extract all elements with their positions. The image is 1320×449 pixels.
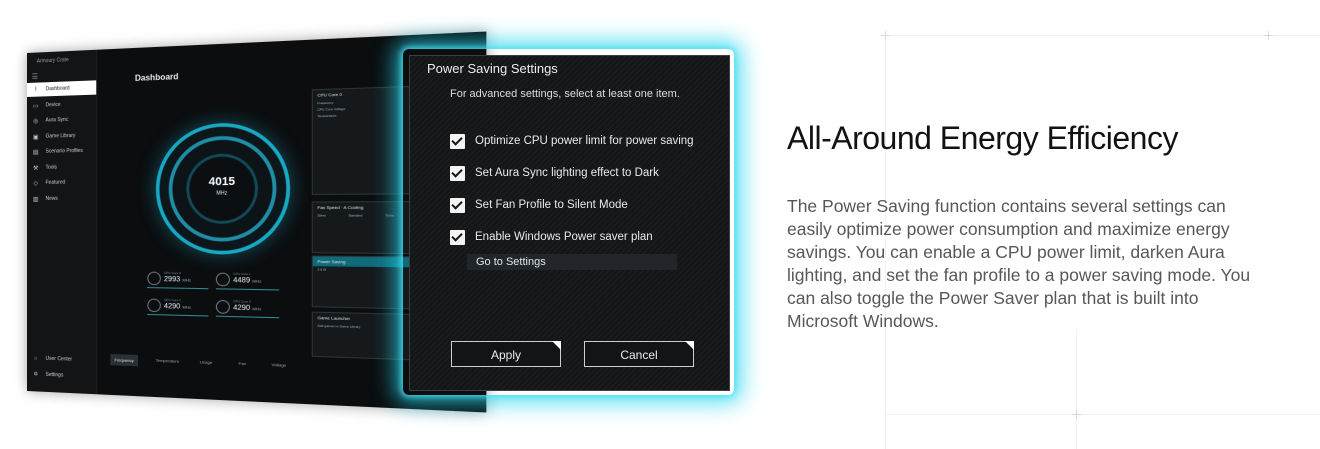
cpu-core-card: CPU Core 0 2993 MHz [147, 270, 209, 290]
option-label: Optimize CPU power limit for power savin… [475, 135, 694, 147]
user-icon: ⌂ [34, 355, 38, 362]
core-value: 4489 MHz [233, 276, 262, 285]
gauge-value: 4015 [208, 175, 236, 189]
tag-icon: ◇ [33, 180, 39, 187]
cpu-core-card: CPU Core 2 4290 MHz [147, 297, 209, 317]
core-label: CPU Core 3 [233, 299, 251, 304]
tab-temperature[interactable]: Temperature [156, 358, 180, 364]
power-saving-dialog: Power Saving Settings For advanced setti… [409, 55, 730, 391]
sidebar-item-label: Device [45, 101, 61, 109]
sidebar-item-label: Featured [45, 179, 66, 186]
dialog-subtitle: For advanced settings, select at least o… [450, 88, 680, 100]
core-label: CPU Core 1 [233, 271, 251, 277]
sidebar-item-settings[interactable]: ⚙ Settings [27, 371, 96, 380]
cpu-core-card: CPU Core 1 4489 MHz [215, 271, 280, 291]
sidebar-item-news[interactable]: ▥ News [27, 191, 96, 206]
feature-description: The Power Saving function contains sever… [787, 196, 1251, 331]
sidebar-item-scenario-profiles[interactable]: ▤ Scenario Profiles [27, 144, 96, 159]
core-value: 2993 MHz [163, 275, 192, 284]
info-icon: i [35, 86, 37, 93]
core-value: 4290 MHz [233, 304, 262, 313]
sidebar-item-label: Aura Sync [45, 116, 69, 124]
sidebar-item-device[interactable]: ▭ Device [27, 97, 96, 113]
apply-button[interactable]: Apply [451, 341, 561, 367]
checkbox-checked[interactable] [450, 165, 465, 181]
core-label: CPU Core 0 [163, 270, 181, 276]
option-aura-dark[interactable]: Set Aura Sync lighting effect to Dark [450, 164, 659, 182]
option-fan-silent[interactable]: Set Fan Profile to Silent Mode [450, 196, 628, 214]
sidebar-item-label: Game Library [45, 132, 76, 140]
option-label: Set Aura Sync lighting effect to Dark [475, 167, 659, 179]
checkbox-checked[interactable] [450, 229, 465, 245]
dialog-title: Power Saving Settings [427, 61, 558, 76]
sidebar-item-tools[interactable]: ⚒ Tools [27, 160, 96, 175]
option-windows-power-saver[interactable]: Enable Windows Power saver plan [450, 228, 653, 246]
sidebar-item-aura-sync[interactable]: ◎ Aura Sync [27, 112, 96, 128]
fan-icon [215, 299, 230, 314]
tab-frequency[interactable]: Frequency [110, 353, 138, 367]
scenario-icon: ▤ [32, 149, 39, 156]
app-name: Armoury Crate [36, 57, 69, 65]
option-label: Enable Windows Power saver plan [475, 231, 653, 243]
cpu-core-card: CPU Core 3 4290 MHz [215, 298, 280, 319]
cpu-frequency-gauge: 4015 MHz [155, 121, 291, 256]
background-line [885, 414, 1320, 415]
tools-icon: ⚒ [33, 165, 39, 172]
fan-icon [215, 272, 230, 287]
background-cross [1072, 410, 1081, 419]
gear-icon: ⚙ [33, 371, 38, 378]
checkbox-checked[interactable] [450, 133, 465, 149]
menu-icon[interactable]: ☰ [32, 73, 38, 81]
fan-icon [147, 298, 161, 313]
sidebar-item-label: Tools [45, 164, 58, 171]
option-label: Set Fan Profile to Silent Mode [475, 199, 628, 211]
game-library-icon: ▣ [32, 134, 39, 141]
option-cpu-power-limit[interactable]: Optimize CPU power limit for power savin… [450, 132, 694, 150]
aura-icon: ◎ [33, 118, 39, 125]
sidebar-item-user-center[interactable]: ⌂ User Center [27, 355, 96, 364]
sidebar-item-label: Dashboard [45, 85, 70, 93]
sidebar-item-label: News [45, 195, 58, 202]
background-cross [881, 31, 890, 40]
sidebar-item-dashboard[interactable]: i Dashboard [27, 80, 97, 97]
fan-icon [147, 271, 161, 286]
news-icon: ▥ [32, 196, 39, 203]
device-icon: ▭ [32, 103, 39, 110]
tab-usage[interactable]: Usage [200, 359, 212, 365]
sidebar-item-label: Settings [45, 371, 64, 379]
core-label: CPU Core 2 [163, 297, 181, 303]
cancel-button[interactable]: Cancel [584, 341, 694, 367]
sidebar-item-label: User Center [45, 355, 73, 363]
feature-heading: All-Around Energy Efficiency [787, 120, 1178, 156]
core-value: 4290 MHz [163, 302, 192, 311]
sidebar-item-label: Scenario Profiles [45, 147, 83, 155]
go-to-settings-link[interactable]: Go to Settings [467, 254, 677, 270]
sidebar: Armoury Crate ☰ i Dashboard ▭ Device ◎ A… [27, 49, 98, 395]
background-line [1076, 330, 1077, 449]
sidebar-item-featured[interactable]: ◇ Featured [27, 175, 96, 190]
metric-tabs: Frequency Temperature Usage Fan Voltage [110, 353, 348, 378]
background-cross [1264, 31, 1273, 40]
checkbox-checked[interactable] [450, 197, 465, 213]
gauge-unit: MHz [216, 190, 228, 197]
tab-voltage[interactable]: Voltage [272, 362, 287, 368]
page-title: Dashboard [134, 71, 179, 83]
background-line [885, 35, 1320, 36]
sidebar-item-game-library[interactable]: ▣ Game Library [27, 128, 96, 144]
tab-fan[interactable]: Fan [239, 361, 247, 367]
